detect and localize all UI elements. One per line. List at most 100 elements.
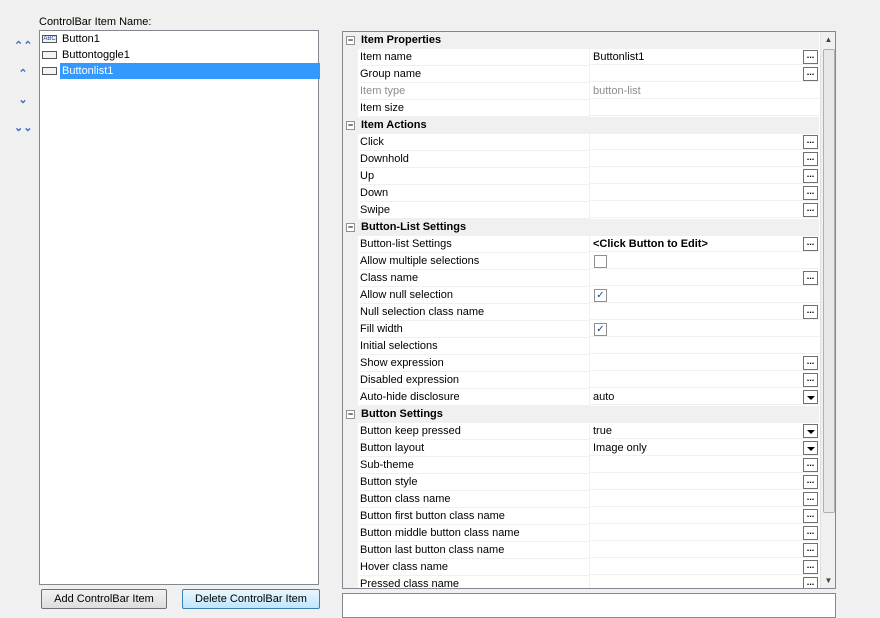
property-row[interactable]: Button first button class name...: [343, 508, 819, 525]
property-value[interactable]: auto: [590, 389, 819, 405]
ellipsis-button[interactable]: ...: [803, 356, 818, 370]
property-value[interactable]: [590, 304, 819, 320]
property-value[interactable]: [590, 372, 819, 388]
property-value[interactable]: [590, 457, 819, 473]
property-row[interactable]: Click...: [343, 134, 819, 151]
dropdown-arrow-icon[interactable]: [803, 441, 818, 455]
property-value[interactable]: [590, 576, 819, 588]
property-row[interactable]: Swipe...: [343, 202, 819, 219]
property-row[interactable]: Fill width ✓: [343, 321, 819, 338]
property-value[interactable]: [590, 491, 819, 507]
property-row[interactable]: Allow multiple selections: [343, 253, 819, 270]
property-row[interactable]: Item name Buttonlist1...: [343, 49, 819, 66]
property-value[interactable]: [590, 168, 819, 184]
property-value[interactable]: [590, 185, 819, 201]
ellipsis-button[interactable]: ...: [803, 271, 818, 285]
property-category[interactable]: − Item Actions: [343, 117, 819, 134]
ellipsis-button[interactable]: ...: [803, 577, 818, 588]
property-value[interactable]: [590, 338, 819, 354]
move-up-button[interactable]: ⌃: [14, 66, 32, 82]
delete-controlbar-item-button[interactable]: Delete ControlBar Item: [182, 589, 320, 609]
property-value[interactable]: [590, 270, 819, 286]
property-row[interactable]: Hover class name...: [343, 559, 819, 576]
property-value[interactable]: button-list: [590, 83, 819, 99]
scroll-down-arrow-icon[interactable]: ▼: [821, 573, 835, 588]
property-row[interactable]: Auto-hide disclosure auto: [343, 389, 819, 406]
move-to-top-button[interactable]: ⌃⌃: [14, 38, 32, 54]
ellipsis-button[interactable]: ...: [803, 526, 818, 540]
ellipsis-button[interactable]: ...: [803, 50, 818, 64]
property-row[interactable]: Null selection class name...: [343, 304, 819, 321]
scrollbar-thumb[interactable]: [823, 49, 835, 513]
property-value[interactable]: [590, 355, 819, 371]
collapse-toggle-icon[interactable]: −: [346, 410, 355, 419]
property-row[interactable]: Show expression...: [343, 355, 819, 372]
property-row[interactable]: Pressed class name...: [343, 576, 819, 588]
ellipsis-button[interactable]: ...: [803, 237, 818, 251]
property-grid-scrollbar[interactable]: ▲ ▼: [820, 32, 835, 588]
ellipsis-button[interactable]: ...: [803, 169, 818, 183]
property-value[interactable]: [590, 66, 819, 82]
property-row[interactable]: Down...: [343, 185, 819, 202]
ellipsis-button[interactable]: ...: [803, 475, 818, 489]
ellipsis-button[interactable]: ...: [803, 373, 818, 387]
property-value[interactable]: [590, 321, 819, 337]
property-row[interactable]: Sub-theme...: [343, 457, 819, 474]
property-row[interactable]: Button style...: [343, 474, 819, 491]
property-row[interactable]: Disabled expression...: [343, 372, 819, 389]
ellipsis-button[interactable]: ...: [803, 509, 818, 523]
property-row[interactable]: Item type button-list: [343, 83, 819, 100]
checkbox-checked[interactable]: ✓: [594, 289, 607, 302]
property-value[interactable]: Buttonlist1: [590, 49, 819, 65]
property-row[interactable]: Button layout Image only: [343, 440, 819, 457]
property-row[interactable]: Group name...: [343, 66, 819, 83]
list-item[interactable]: ABC Button1: [40, 31, 318, 47]
property-row[interactable]: Up...: [343, 168, 819, 185]
list-item-selected[interactable]: Buttonlist1: [40, 63, 320, 79]
property-row[interactable]: Button last button class name...: [343, 542, 819, 559]
property-value[interactable]: [590, 134, 819, 150]
property-row[interactable]: Button class name...: [343, 491, 819, 508]
property-row[interactable]: Button-list Settings <Click Button to Edi…: [343, 236, 819, 253]
dropdown-arrow-icon[interactable]: [803, 424, 818, 438]
property-row[interactable]: Class name...: [343, 270, 819, 287]
property-value[interactable]: [590, 100, 819, 116]
property-value[interactable]: [590, 474, 819, 490]
property-category[interactable]: − Button-List Settings: [343, 219, 819, 236]
property-row[interactable]: Downhold...: [343, 151, 819, 168]
move-to-bottom-button[interactable]: ⌄⌄: [14, 120, 32, 136]
property-value[interactable]: [590, 151, 819, 167]
property-row[interactable]: Allow null selection ✓: [343, 287, 819, 304]
property-row[interactable]: Item size: [343, 100, 819, 117]
property-grid[interactable]: − Item Properties Item name Buttonlist1... G…: [342, 31, 836, 589]
property-value[interactable]: <Click Button to Edit>: [590, 236, 819, 252]
ellipsis-button[interactable]: ...: [803, 560, 818, 574]
ellipsis-button[interactable]: ...: [803, 543, 818, 557]
ellipsis-button[interactable]: ...: [803, 152, 818, 166]
ellipsis-button[interactable]: ...: [803, 135, 818, 149]
ellipsis-button[interactable]: ...: [803, 492, 818, 506]
property-value[interactable]: [590, 287, 819, 303]
collapse-toggle-icon[interactable]: −: [346, 223, 355, 232]
property-value[interactable]: [590, 253, 819, 269]
property-value[interactable]: [590, 542, 819, 558]
property-value[interactable]: [590, 508, 819, 524]
property-category[interactable]: − Button Settings: [343, 406, 819, 423]
property-value[interactable]: Image only: [590, 440, 819, 456]
move-down-button[interactable]: ⌄: [14, 92, 32, 108]
property-row[interactable]: Button middle button class name...: [343, 525, 819, 542]
checkbox-unchecked[interactable]: [594, 255, 607, 268]
property-value[interactable]: [590, 525, 819, 541]
property-row[interactable]: Initial selections: [343, 338, 819, 355]
ellipsis-button[interactable]: ...: [803, 305, 818, 319]
property-value[interactable]: [590, 559, 819, 575]
ellipsis-button[interactable]: ...: [803, 186, 818, 200]
property-value[interactable]: [590, 202, 819, 218]
add-controlbar-item-button[interactable]: Add ControlBar Item: [41, 589, 167, 609]
controlbar-item-list[interactable]: ABC Button1 Buttontoggle1 Buttonlist1: [39, 30, 320, 585]
dropdown-arrow-icon[interactable]: [803, 390, 818, 404]
collapse-toggle-icon[interactable]: −: [346, 36, 355, 45]
property-row[interactable]: Button keep pressed true: [343, 423, 819, 440]
list-item[interactable]: Buttontoggle1: [40, 47, 318, 63]
collapse-toggle-icon[interactable]: −: [346, 121, 355, 130]
